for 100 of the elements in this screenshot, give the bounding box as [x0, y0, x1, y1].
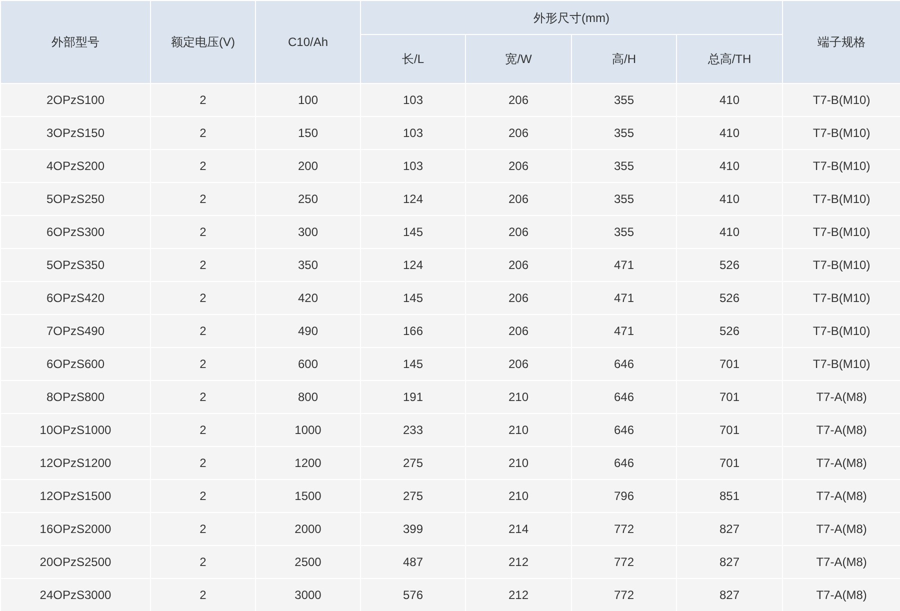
table-cell: 490: [256, 314, 360, 348]
table-cell: 646: [572, 348, 676, 380]
table-cell: 2: [150, 512, 256, 546]
table-cell: 24OPzS3000: [0, 578, 150, 611]
table-cell: 646: [572, 446, 676, 480]
table-cell: 420: [256, 282, 360, 314]
table-cell: 10OPzS1000: [0, 414, 150, 446]
table-cell: 145: [360, 216, 466, 248]
table-cell: 212: [466, 578, 572, 611]
table-cell: 350: [256, 248, 360, 282]
table-cell: 206: [466, 84, 572, 116]
table-cell: 410: [676, 84, 783, 116]
table-cell: 103: [360, 84, 466, 116]
table-cell: 827: [676, 512, 783, 546]
table-cell: T7-B(M10): [782, 248, 900, 282]
table-cell: 772: [572, 512, 676, 546]
table-cell: 210: [466, 380, 572, 414]
table-cell: 399: [360, 512, 466, 546]
table-cell: 471: [572, 314, 676, 348]
table-cell: 471: [572, 248, 676, 282]
table-cell: 145: [360, 348, 466, 380]
table-cell: 2: [150, 446, 256, 480]
table-cell: 355: [572, 150, 676, 182]
table-cell: T7-A(M8): [782, 512, 900, 546]
table-cell: 2: [150, 380, 256, 414]
table-cell: 2500: [256, 546, 360, 578]
table-cell: 576: [360, 578, 466, 611]
table-cell: 2: [150, 150, 256, 182]
table-cell: 701: [676, 414, 783, 446]
table-cell: 206: [466, 348, 572, 380]
table-cell: 701: [676, 446, 783, 480]
table-cell: 2: [150, 314, 256, 348]
table-cell: T7-A(M8): [782, 578, 900, 611]
table-cell: 1500: [256, 480, 360, 512]
table-cell: 772: [572, 578, 676, 611]
table-cell: T7-B(M10): [782, 84, 900, 116]
table-cell: 2: [150, 182, 256, 216]
table-cell: 526: [676, 248, 783, 282]
column-header: 外部型号: [0, 0, 150, 84]
table-cell: 487: [360, 546, 466, 578]
table-cell: 1200: [256, 446, 360, 480]
table-cell: 772: [572, 546, 676, 578]
table-cell: 2OPzS100: [0, 84, 150, 116]
table-cell: 2: [150, 84, 256, 116]
table-cell: 206: [466, 182, 572, 216]
table-cell: 6OPzS600: [0, 348, 150, 380]
table-cell: 206: [466, 216, 572, 248]
table-cell: 12OPzS1500: [0, 480, 150, 512]
table-cell: 410: [676, 216, 783, 248]
table-cell: 646: [572, 414, 676, 446]
column-header: 外形尺寸(mm): [360, 0, 783, 34]
table-cell: 410: [676, 150, 783, 182]
table-cell: 214: [466, 512, 572, 546]
table-cell: 796: [572, 480, 676, 512]
table-cell: 12OPzS1200: [0, 446, 150, 480]
table-cell: 410: [676, 116, 783, 150]
table-cell: 20OPzS2500: [0, 546, 150, 578]
table-cell: 300: [256, 216, 360, 248]
table-cell: T7-B(M10): [782, 348, 900, 380]
table-cell: 2: [150, 546, 256, 578]
table-cell: 206: [466, 282, 572, 314]
table-cell: 5OPzS350: [0, 248, 150, 282]
table-cell: 3000: [256, 578, 360, 611]
table-cell: 851: [676, 480, 783, 512]
table-cell: 191: [360, 380, 466, 414]
table-cell: 206: [466, 150, 572, 182]
table-cell: 827: [676, 578, 783, 611]
column-header: 宽/W: [466, 34, 572, 84]
table-cell: 2: [150, 216, 256, 248]
table-cell: 275: [360, 480, 466, 512]
table-cell: T7-B(M10): [782, 282, 900, 314]
table-cell: T7-A(M8): [782, 480, 900, 512]
table-cell: 8OPzS800: [0, 380, 150, 414]
table-cell: 2000: [256, 512, 360, 546]
table-cell: 210: [466, 446, 572, 480]
table-cell: 827: [676, 546, 783, 578]
table-cell: 6OPzS420: [0, 282, 150, 314]
table-cell: T7-B(M10): [782, 182, 900, 216]
column-header: 端子规格: [782, 0, 900, 84]
table-cell: 2: [150, 116, 256, 150]
table-cell: T7-B(M10): [782, 150, 900, 182]
table-cell: 206: [466, 248, 572, 282]
table-cell: T7-A(M8): [782, 546, 900, 578]
table-cell: 2: [150, 348, 256, 380]
table-cell: 471: [572, 282, 676, 314]
table-cell: 2: [150, 578, 256, 611]
table-cell: 200: [256, 150, 360, 182]
table-cell: 701: [676, 380, 783, 414]
table-cell: 410: [676, 182, 783, 216]
table-cell: 103: [360, 150, 466, 182]
table-cell: 355: [572, 84, 676, 116]
table-cell: 210: [466, 480, 572, 512]
table-cell: 275: [360, 446, 466, 480]
table-cell: 355: [572, 216, 676, 248]
column-header: 长/L: [360, 34, 466, 84]
column-header: 额定电压(V): [150, 0, 256, 84]
table-cell: 250: [256, 182, 360, 216]
table-cell: 355: [572, 182, 676, 216]
table-cell: T7-A(M8): [782, 414, 900, 446]
table-cell: 1000: [256, 414, 360, 446]
